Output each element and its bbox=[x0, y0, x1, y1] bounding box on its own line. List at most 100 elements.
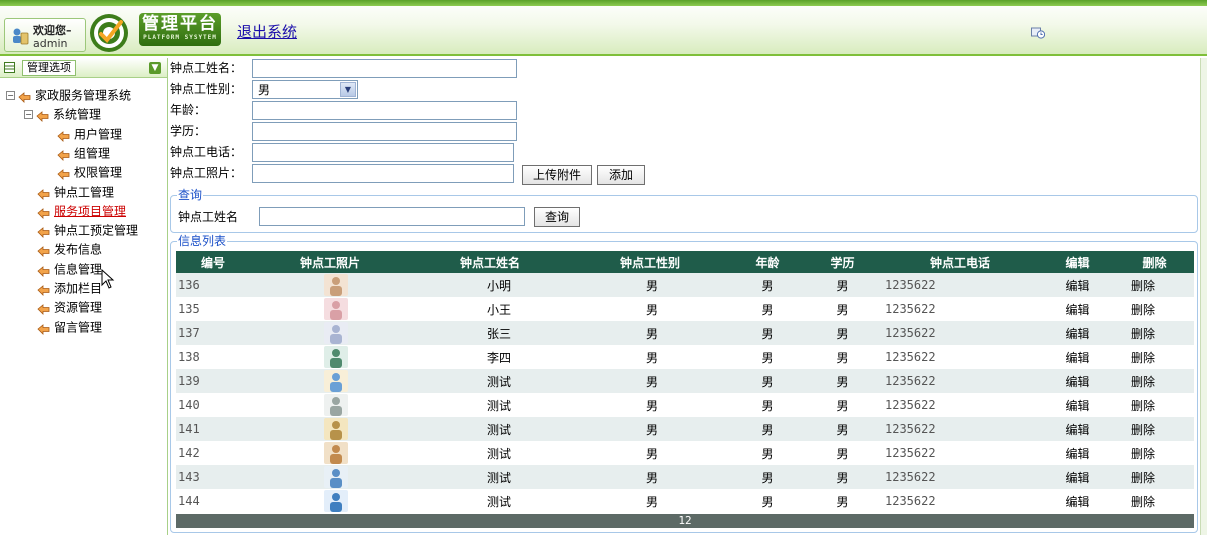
query-name-input[interactable] bbox=[259, 207, 525, 226]
sidebar-title[interactable]: 管理选项 bbox=[22, 60, 76, 76]
add-button[interactable]: 添加 bbox=[597, 165, 645, 185]
username: admin bbox=[33, 37, 68, 50]
delete-link[interactable]: 删除 bbox=[1115, 393, 1194, 417]
photo-thumbnail[interactable] bbox=[324, 490, 348, 512]
cell-gender: 男 bbox=[570, 441, 730, 465]
edit-link[interactable]: 编辑 bbox=[1040, 297, 1115, 321]
folder-icon bbox=[37, 283, 50, 296]
edit-link[interactable]: 编辑 bbox=[1040, 489, 1115, 513]
photo-label: 钟点工照片： bbox=[170, 166, 243, 180]
sidebar-item[interactable]: 权限管理 bbox=[57, 163, 122, 181]
cell-education: 男 bbox=[805, 441, 880, 465]
folder-icon bbox=[18, 90, 31, 103]
photo-thumbnail[interactable] bbox=[324, 322, 348, 344]
education-input[interactable] bbox=[252, 122, 517, 141]
sidebar-item[interactable]: 发布信息 bbox=[37, 240, 102, 258]
phone-label: 钟点工电话： bbox=[170, 145, 243, 159]
user-icon bbox=[13, 28, 29, 45]
delete-link[interactable]: 删除 bbox=[1115, 321, 1194, 345]
edit-link[interactable]: 编辑 bbox=[1040, 393, 1115, 417]
age-label: 年龄： bbox=[170, 103, 207, 117]
name-input[interactable] bbox=[252, 59, 517, 78]
cell-name: 小王 bbox=[410, 297, 570, 321]
logout-link[interactable]: 退出系统 bbox=[237, 21, 297, 42]
photo-thumbnail[interactable] bbox=[324, 370, 348, 392]
delete-link[interactable]: 删除 bbox=[1115, 489, 1194, 513]
phone-input[interactable] bbox=[252, 143, 514, 162]
delete-link[interactable]: 删除 bbox=[1115, 297, 1194, 321]
photo-thumbnail[interactable] bbox=[324, 418, 348, 440]
sidebar-item[interactable]: 留言管理 bbox=[37, 318, 102, 336]
table-row: 144 测试男男男 1235622 编辑 删除 bbox=[176, 489, 1194, 513]
sidebar-item[interactable]: 组管理 bbox=[57, 144, 110, 162]
sidebar-item[interactable]: 钟点工管理 bbox=[37, 183, 114, 201]
col-header: 钟点工电话 bbox=[880, 251, 1040, 273]
gender-select[interactable]: 男 ▼ bbox=[252, 80, 358, 99]
upload-button[interactable]: 上传附件 bbox=[522, 165, 592, 185]
photo-thumbnail[interactable] bbox=[324, 274, 348, 296]
col-header: 钟点工照片 bbox=[250, 251, 410, 273]
photo-thumbnail[interactable] bbox=[324, 346, 348, 368]
cell-phone: 1235622 bbox=[880, 321, 1040, 345]
edit-link[interactable]: 编辑 bbox=[1040, 465, 1115, 489]
chevron-down-icon[interactable]: ▼ bbox=[340, 82, 356, 97]
cell-photo bbox=[250, 369, 410, 393]
folder-icon bbox=[37, 206, 50, 219]
photo-thumbnail[interactable] bbox=[324, 442, 348, 464]
edit-link[interactable]: 编辑 bbox=[1040, 273, 1115, 297]
sidebar-item[interactable]: 信息管理 bbox=[37, 260, 102, 278]
cell-age: 男 bbox=[730, 417, 805, 441]
edit-link[interactable]: 编辑 bbox=[1040, 321, 1115, 345]
cell-education: 男 bbox=[805, 369, 880, 393]
sidebar-item[interactable]: − 家政服务管理系统 bbox=[6, 86, 131, 104]
cell-photo bbox=[250, 393, 410, 417]
cell-gender: 男 bbox=[570, 297, 730, 321]
search-button[interactable]: 查询 bbox=[534, 207, 580, 227]
sidebar-item-label: 用户管理 bbox=[74, 127, 123, 142]
table-row: 135 小王男男男 1235622 编辑 删除 bbox=[176, 297, 1194, 321]
delete-link[interactable]: 删除 bbox=[1115, 441, 1194, 465]
education-label: 学历： bbox=[170, 124, 207, 138]
delete-link[interactable]: 删除 bbox=[1115, 465, 1194, 489]
logo-target-icon bbox=[90, 14, 128, 52]
sidebar-item-label: 服务项目管理 bbox=[54, 204, 127, 219]
folder-icon bbox=[37, 264, 50, 277]
edit-link[interactable]: 编辑 bbox=[1040, 345, 1115, 369]
photo-thumbnail[interactable] bbox=[324, 298, 348, 320]
cell-education: 男 bbox=[805, 417, 880, 441]
sidebar-item[interactable]: − 系统管理 bbox=[24, 105, 101, 123]
delete-link[interactable]: 删除 bbox=[1115, 345, 1194, 369]
delete-link[interactable]: 删除 bbox=[1115, 273, 1194, 297]
photo-thumbnail[interactable] bbox=[324, 466, 348, 488]
pager[interactable]: 12 bbox=[176, 514, 1194, 528]
edit-link[interactable]: 编辑 bbox=[1040, 441, 1115, 465]
cell-phone: 1235622 bbox=[880, 393, 1040, 417]
tree-collapse-toggle-icon[interactable]: − bbox=[6, 91, 15, 100]
cell-phone: 1235622 bbox=[880, 273, 1040, 297]
sidebar-item[interactable]: 钟点工预定管理 bbox=[37, 221, 138, 239]
cell-age: 男 bbox=[730, 273, 805, 297]
sidebar-item[interactable]: 用户管理 bbox=[57, 125, 122, 143]
info-table: 编号 钟点工照片 钟点工姓名 钟点工性别 年龄 学历 钟点工电话 编辑 删除 1… bbox=[176, 251, 1194, 513]
scrollbar[interactable] bbox=[1200, 58, 1207, 535]
photo-input[interactable] bbox=[252, 164, 514, 183]
sidebar-item[interactable]: 添加栏目 bbox=[37, 279, 102, 297]
sidebar-item[interactable]: 资源管理 bbox=[37, 298, 102, 316]
sidebar-item-label: 钟点工预定管理 bbox=[54, 223, 139, 238]
age-input[interactable] bbox=[252, 101, 517, 120]
cell-id: 140 bbox=[176, 393, 250, 417]
cell-id: 144 bbox=[176, 489, 250, 513]
sidebar-item-label: 留言管理 bbox=[54, 320, 103, 335]
photo-thumbnail[interactable] bbox=[324, 394, 348, 416]
delete-link[interactable]: 删除 bbox=[1115, 417, 1194, 441]
edit-link[interactable]: 编辑 bbox=[1040, 417, 1115, 441]
delete-link[interactable]: 删除 bbox=[1115, 369, 1194, 393]
cell-photo bbox=[250, 297, 410, 321]
tree-collapse-toggle-icon[interactable]: − bbox=[24, 110, 33, 120]
sidebar-item-label: 钟点工管理 bbox=[54, 185, 115, 199]
collapse-arrow-icon[interactable]: ▼ bbox=[149, 62, 161, 74]
sidebar-item[interactable]: 服务项目管理 bbox=[37, 202, 126, 220]
edit-link[interactable]: 编辑 bbox=[1040, 369, 1115, 393]
sidebar-item-label: 系统管理 bbox=[53, 107, 102, 122]
cell-id: 138 bbox=[176, 345, 250, 369]
